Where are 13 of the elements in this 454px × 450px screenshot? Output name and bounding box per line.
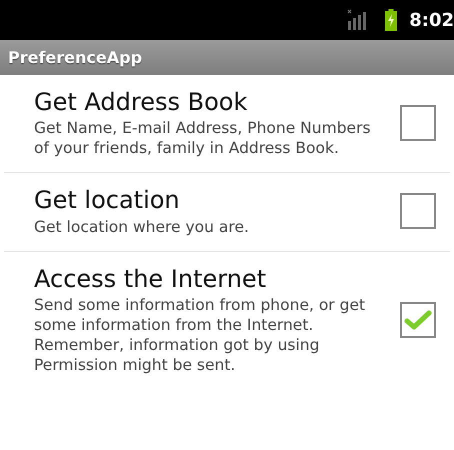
app-title: PreferenceApp [8,48,142,67]
preference-title: Get Address Book [34,87,248,118]
preference-summary: Send some information from phone, or get some information from the Internet. Remember, information got by using Permission might be sent. [34,294,366,376]
preference-title: Access the Internet [34,264,268,295]
checkbox[interactable] [400,302,436,338]
checkbox[interactable] [400,104,436,141]
preference-summary: Get location where you are. [34,216,250,237]
battery-icon [385,9,398,31]
checkbox[interactable] [400,193,436,230]
preference-summary: Get Name, E-mail Address, Phone Numbers of your friends, family in Address Book. [34,118,372,158]
checkmark-icon [404,308,432,331]
clock-time: 8:02 [409,10,454,30]
preference-title: Get location [34,185,181,216]
